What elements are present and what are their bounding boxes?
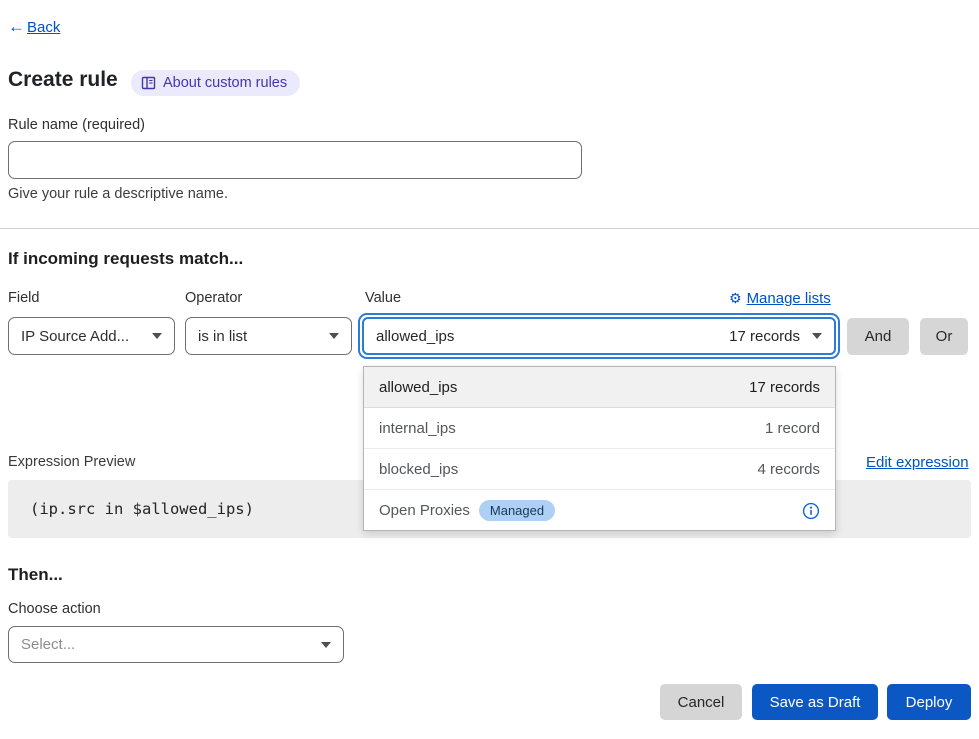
create-rule-page: ←Back Create rule About custom rules Rul…: [0, 0, 979, 739]
action-select[interactable]: Select...: [8, 626, 344, 663]
expression-code: (ip.src in $allowed_ips): [30, 500, 254, 518]
page-title: Create rule: [8, 68, 118, 92]
list-item-name: allowed_ips: [379, 379, 457, 396]
field-label: Field: [8, 290, 39, 306]
chevron-down-icon: [329, 333, 339, 339]
cancel-button[interactable]: Cancel: [660, 684, 742, 720]
manage-lists-label: Manage lists: [747, 290, 831, 307]
operator-select[interactable]: is in list: [185, 317, 352, 355]
value-dropdown-panel: allowed_ips 17 records internal_ips 1 re…: [363, 366, 836, 531]
value-label: Value: [365, 290, 401, 306]
about-custom-rules-link[interactable]: About custom rules: [131, 70, 300, 96]
chevron-down-icon: [152, 333, 162, 339]
and-button[interactable]: And: [847, 318, 909, 355]
book-icon: [141, 76, 156, 90]
list-item-internal-ips[interactable]: internal_ips 1 record: [364, 408, 835, 449]
rule-name-label: Rule name (required): [8, 117, 145, 133]
back-link[interactable]: ←Back: [8, 17, 60, 37]
list-item-allowed-ips[interactable]: allowed_ips 17 records: [364, 367, 835, 408]
list-item-records: 4 records: [757, 461, 820, 478]
choose-action-label: Choose action: [8, 601, 101, 617]
action-select-placeholder: Select...: [21, 636, 75, 653]
then-section-heading: Then...: [8, 565, 63, 585]
managed-badge: Managed: [479, 500, 555, 521]
or-button[interactable]: Or: [920, 318, 968, 355]
value-select-records: 17 records: [729, 328, 800, 345]
value-select-focus-ring: allowed_ips 17 records: [358, 313, 840, 359]
manage-lists-link[interactable]: ⚙ Manage lists: [729, 290, 831, 307]
operator-label: Operator: [185, 290, 242, 306]
list-item-name: blocked_ips: [379, 461, 458, 478]
chevron-down-icon: [812, 333, 822, 339]
list-item-records: 17 records: [749, 379, 820, 396]
list-item-records: 1 record: [765, 420, 820, 437]
list-item-blocked-ips[interactable]: blocked_ips 4 records: [364, 449, 835, 490]
operator-select-value: is in list: [198, 328, 247, 345]
rule-name-input[interactable]: [8, 141, 582, 179]
field-select-value: IP Source Add...: [21, 328, 129, 345]
deploy-button[interactable]: Deploy: [887, 684, 971, 720]
field-select[interactable]: IP Source Add...: [8, 317, 175, 355]
rule-name-helper: Give your rule a descriptive name.: [8, 186, 228, 202]
value-select[interactable]: allowed_ips 17 records: [362, 317, 836, 355]
value-select-value: allowed_ips: [376, 328, 454, 345]
gear-icon: ⚙: [729, 290, 742, 307]
section-divider: [0, 228, 979, 229]
list-item-open-proxies[interactable]: Open Proxies Managed: [364, 490, 835, 531]
edit-expression-link[interactable]: Edit expression: [866, 454, 969, 471]
back-link-label: Back: [27, 19, 60, 36]
expression-preview-label: Expression Preview: [8, 454, 135, 470]
chevron-down-icon: [321, 642, 331, 648]
back-arrow-icon: ←: [8, 17, 25, 37]
info-icon[interactable]: [802, 502, 820, 520]
match-section-heading: If incoming requests match...: [8, 249, 243, 269]
list-item-name: internal_ips: [379, 420, 456, 437]
save-as-draft-button[interactable]: Save as Draft: [752, 684, 878, 720]
about-badge-label: About custom rules: [163, 75, 287, 91]
list-item-name: Open Proxies: [379, 502, 470, 519]
